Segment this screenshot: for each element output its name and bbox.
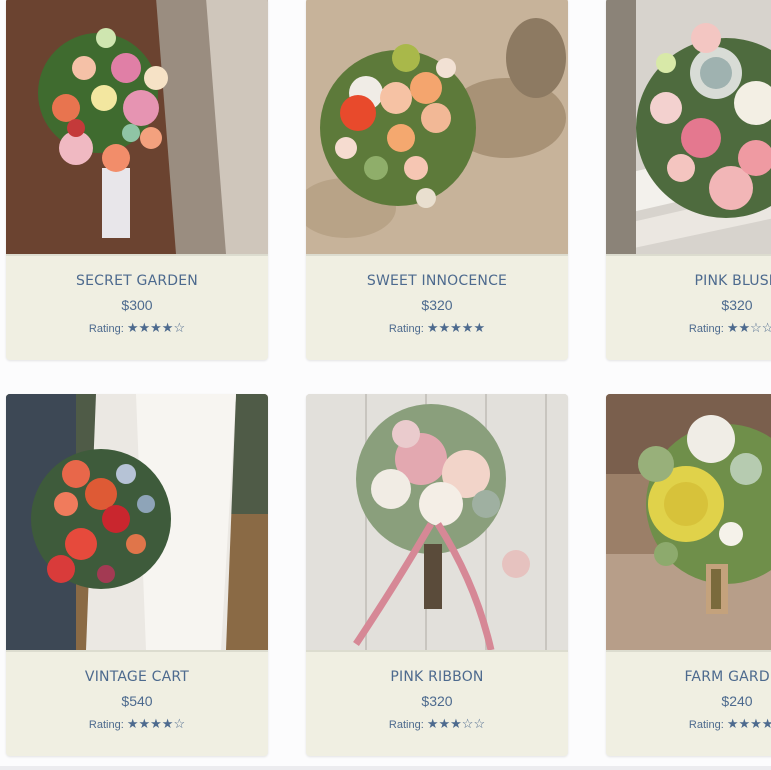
product-card-sweet-innocence[interactable]: SWEET INNOCENCE $320 Rating: ★★★★★ <box>306 0 568 360</box>
product-card-vintage-cart[interactable]: VINTAGE CART $540 Rating: ★★★★☆ <box>6 394 268 756</box>
star-empty-icon: ☆ <box>473 716 486 731</box>
star-filled-icon: ★ <box>438 320 451 335</box>
star-filled-icon: ★ <box>161 716 174 731</box>
product-name[interactable]: VINTAGE CART <box>6 668 268 686</box>
bouquet-image <box>6 0 268 254</box>
product-card-secret-garden[interactable]: SECRET GARDEN $300 Rating: ★★★★☆ <box>6 0 268 360</box>
product-info: PINK RIBBON $320 Rating: ★★★☆☆ <box>306 652 568 756</box>
bouquet-image <box>306 0 568 254</box>
product-name[interactable]: SWEET INNOCENCE <box>306 272 568 290</box>
star-filled-icon: ★ <box>426 320 439 335</box>
star-filled-icon: ★ <box>761 716 771 731</box>
rating-stars: ★★★★☆ <box>127 716 185 731</box>
star-filled-icon: ★ <box>138 716 151 731</box>
star-empty-icon: ☆ <box>173 716 186 731</box>
product-info: SWEET INNOCENCE $320 Rating: ★★★★★ <box>306 256 568 360</box>
rating-label: Rating: <box>388 323 424 335</box>
rating-stars: ★★★★★ <box>727 716 771 731</box>
star-filled-icon: ★ <box>473 320 486 335</box>
product-grid: SECRET GARDEN $300 Rating: ★★★★☆ SWEET I… <box>0 0 771 770</box>
star-filled-icon: ★ <box>726 320 739 335</box>
rating-label: Rating: <box>688 719 724 731</box>
product-rating: Rating: ★★★★★ <box>306 321 568 336</box>
star-empty-icon: ☆ <box>461 716 474 731</box>
star-filled-icon: ★ <box>461 320 474 335</box>
star-filled-icon: ★ <box>726 716 739 731</box>
product-name[interactable]: SECRET GARDEN <box>6 272 268 290</box>
product-price: $320 <box>421 693 453 709</box>
product-rating: Rating: ★★★★★ <box>606 717 771 732</box>
rating-label: Rating: <box>388 719 424 731</box>
product-price: $320 <box>721 297 753 313</box>
product-photo[interactable] <box>306 0 568 256</box>
product-rating: Rating: ★★★★☆ <box>6 717 268 732</box>
product-price: $300 <box>121 297 153 313</box>
product-photo[interactable] <box>306 394 568 652</box>
bouquet-image <box>6 394 268 650</box>
star-filled-icon: ★ <box>450 716 462 731</box>
product-rating: Rating: ★★★☆☆ <box>306 717 568 732</box>
star-empty-icon: ☆ <box>173 320 186 335</box>
star-filled-icon: ★ <box>450 320 462 335</box>
star-filled-icon: ★ <box>161 320 174 335</box>
product-rating: Rating: ★★☆☆☆ <box>606 321 771 336</box>
star-filled-icon: ★ <box>750 716 762 731</box>
product-photo[interactable] <box>606 394 771 652</box>
product-price: $320 <box>421 297 453 313</box>
star-filled-icon: ★ <box>738 320 751 335</box>
product-info: FARM GARDEN $240 Rating: ★★★★★ <box>606 652 771 756</box>
product-card-pink-ribbon[interactable]: PINK RIBBON $320 Rating: ★★★☆☆ <box>306 394 568 756</box>
star-filled-icon: ★ <box>126 320 139 335</box>
product-name[interactable]: FARM GARDEN <box>606 668 771 686</box>
rating-label: Rating: <box>88 719 124 731</box>
product-info: SECRET GARDEN $300 Rating: ★★★★☆ <box>6 256 268 360</box>
rating-label: Rating: <box>688 323 724 335</box>
product-card-farm-garden[interactable]: FARM GARDEN $240 Rating: ★★★★★ <box>606 394 771 756</box>
star-filled-icon: ★ <box>126 716 139 731</box>
star-filled-icon: ★ <box>738 716 751 731</box>
product-grid-viewport: SECRET GARDEN $300 Rating: ★★★★☆ SWEET I… <box>0 0 771 770</box>
product-price: $540 <box>121 693 153 709</box>
star-empty-icon: ☆ <box>761 320 771 335</box>
star-filled-icon: ★ <box>438 716 451 731</box>
star-filled-icon: ★ <box>426 716 439 731</box>
product-name[interactable]: PINK BLUSH <box>606 272 771 290</box>
star-filled-icon: ★ <box>138 320 151 335</box>
rating-stars: ★★★☆☆ <box>427 716 485 731</box>
bouquet-image <box>606 0 771 254</box>
rating-stars: ★★★★★ <box>427 320 485 335</box>
star-filled-icon: ★ <box>150 320 162 335</box>
product-photo[interactable] <box>6 394 268 652</box>
bouquet-image <box>306 394 568 650</box>
rating-stars: ★★☆☆☆ <box>727 320 771 335</box>
product-photo[interactable] <box>6 0 268 256</box>
product-rating: Rating: ★★★★☆ <box>6 321 268 336</box>
star-empty-icon: ☆ <box>750 320 762 335</box>
bouquet-image <box>606 394 771 650</box>
rating-stars: ★★★★☆ <box>127 320 185 335</box>
bottom-divider <box>0 766 771 770</box>
product-photo[interactable] <box>606 0 771 256</box>
product-info: VINTAGE CART $540 Rating: ★★★★☆ <box>6 652 268 756</box>
product-price: $240 <box>721 693 753 709</box>
product-name[interactable]: PINK RIBBON <box>306 668 568 686</box>
star-filled-icon: ★ <box>150 716 162 731</box>
rating-label: Rating: <box>88 323 124 335</box>
product-info: PINK BLUSH $320 Rating: ★★☆☆☆ <box>606 256 771 360</box>
product-card-pink-blush[interactable]: PINK BLUSH $320 Rating: ★★☆☆☆ <box>606 0 771 360</box>
